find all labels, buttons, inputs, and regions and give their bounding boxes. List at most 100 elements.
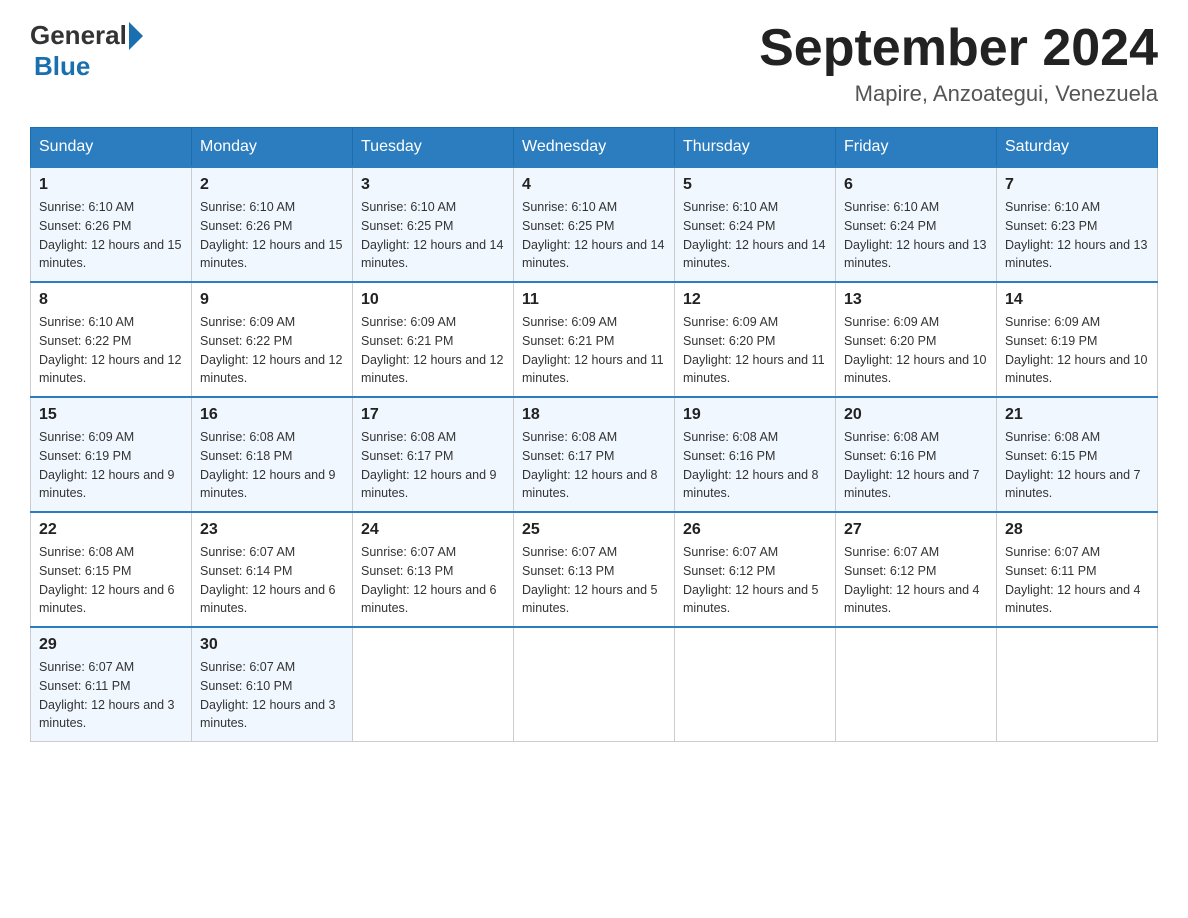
calendar-cell: 30 Sunrise: 6:07 AMSunset: 6:10 PMDayligh… [192,627,353,742]
week-row-5: 29 Sunrise: 6:07 AMSunset: 6:11 PMDayligh… [31,627,1158,742]
day-number: 15 [39,406,183,424]
week-row-4: 22Sunrise: 6:08 AMSunset: 6:15 PMDayligh… [31,512,1158,627]
calendar-table: Sunday Monday Tuesday Wednesday Thursday… [30,127,1158,742]
day-number: 30 [200,636,344,654]
day-number: 16 [200,406,344,424]
day-info: Sunrise: 6:09 AMSunset: 6:20 PMDaylight:… [844,313,988,388]
day-info: Sunrise: 6:07 AMSunset: 6:10 PMDaylight:… [200,658,344,733]
day-number: 11 [522,291,666,309]
day-number: 27 [844,521,988,539]
calendar-cell: 22Sunrise: 6:08 AMSunset: 6:15 PMDayligh… [31,512,192,627]
day-number: 10 [361,291,505,309]
day-number: 29 [39,636,183,654]
day-info: Sunrise: 6:10 AMSunset: 6:25 PMDaylight:… [522,198,666,273]
day-info: Sunrise: 6:10 AMSunset: 6:25 PMDaylight:… [361,198,505,273]
day-info: Sunrise: 6:08 AMSunset: 6:15 PMDaylight:… [39,543,183,618]
calendar-cell: 1 Sunrise: 6:10 AMSunset: 6:26 PMDaylight… [31,167,192,282]
calendar-cell: 5Sunrise: 6:10 AMSunset: 6:24 PMDaylight… [675,167,836,282]
day-info: Sunrise: 6:09 AMSunset: 6:21 PMDaylight:… [361,313,505,388]
day-info: Sunrise: 6:09 AMSunset: 6:19 PMDaylight:… [1005,313,1149,388]
page-header: General Blue September 2024 Mapire, Anzo… [30,20,1158,107]
day-number: 1 [39,176,183,194]
calendar-cell: 26 Sunrise: 6:07 AMSunset: 6:12 PMDayligh… [675,512,836,627]
calendar-cell: 17Sunrise: 6:08 AMSunset: 6:17 PMDayligh… [353,397,514,512]
calendar-cell: 15 Sunrise: 6:09 AMSunset: 6:19 PMDayligh… [31,397,192,512]
calendar-cell: 29 Sunrise: 6:07 AMSunset: 6:11 PMDayligh… [31,627,192,742]
day-number: 19 [683,406,827,424]
calendar-cell: 7 Sunrise: 6:10 AMSunset: 6:23 PMDaylight… [997,167,1158,282]
calendar-cell: 10 Sunrise: 6:09 AMSunset: 6:21 PMDayligh… [353,282,514,397]
day-info: Sunrise: 6:07 AMSunset: 6:11 PMDaylight:… [39,658,183,733]
calendar-cell [353,627,514,742]
week-row-2: 8 Sunrise: 6:10 AMSunset: 6:22 PMDaylight… [31,282,1158,397]
header-tuesday: Tuesday [353,128,514,168]
day-number: 20 [844,406,988,424]
calendar-cell: 23 Sunrise: 6:07 AMSunset: 6:14 PMDayligh… [192,512,353,627]
title-block: September 2024 Mapire, Anzoategui, Venez… [759,20,1158,107]
day-info: Sunrise: 6:10 AMSunset: 6:23 PMDaylight:… [1005,198,1149,273]
calendar-cell: 21 Sunrise: 6:08 AMSunset: 6:15 PMDayligh… [997,397,1158,512]
header-saturday: Saturday [997,128,1158,168]
day-number: 26 [683,521,827,539]
day-number: 28 [1005,521,1149,539]
day-number: 6 [844,176,988,194]
calendar-cell [675,627,836,742]
day-number: 8 [39,291,183,309]
day-info: Sunrise: 6:08 AMSunset: 6:15 PMDaylight:… [1005,428,1149,503]
calendar-cell: 8 Sunrise: 6:10 AMSunset: 6:22 PMDaylight… [31,282,192,397]
calendar-cell: 13Sunrise: 6:09 AMSunset: 6:20 PMDayligh… [836,282,997,397]
day-info: Sunrise: 6:08 AMSunset: 6:16 PMDaylight:… [683,428,827,503]
calendar-cell: 20 Sunrise: 6:08 AMSunset: 6:16 PMDayligh… [836,397,997,512]
day-info: Sunrise: 6:07 AMSunset: 6:14 PMDaylight:… [200,543,344,618]
logo-text-general: General [30,20,127,51]
header-friday: Friday [836,128,997,168]
calendar-cell [514,627,675,742]
day-number: 21 [1005,406,1149,424]
calendar-cell: 11 Sunrise: 6:09 AMSunset: 6:21 PMDayligh… [514,282,675,397]
day-number: 12 [683,291,827,309]
calendar-cell: 2 Sunrise: 6:10 AMSunset: 6:26 PMDaylight… [192,167,353,282]
day-info: Sunrise: 6:07 AMSunset: 6:13 PMDaylight:… [522,543,666,618]
logo-triangle-icon [129,22,143,50]
calendar-title: September 2024 [759,20,1158,77]
day-number: 23 [200,521,344,539]
calendar-cell: 4 Sunrise: 6:10 AMSunset: 6:25 PMDaylight… [514,167,675,282]
calendar-cell [836,627,997,742]
week-row-3: 15 Sunrise: 6:09 AMSunset: 6:19 PMDayligh… [31,397,1158,512]
day-number: 2 [200,176,344,194]
day-info: Sunrise: 6:09 AMSunset: 6:22 PMDaylight:… [200,313,344,388]
calendar-cell [997,627,1158,742]
day-info: Sunrise: 6:10 AMSunset: 6:22 PMDaylight:… [39,313,183,388]
day-info: Sunrise: 6:07 AMSunset: 6:12 PMDaylight:… [683,543,827,618]
day-number: 25 [522,521,666,539]
day-info: Sunrise: 6:08 AMSunset: 6:17 PMDaylight:… [522,428,666,503]
calendar-cell: 19 Sunrise: 6:08 AMSunset: 6:16 PMDayligh… [675,397,836,512]
day-number: 14 [1005,291,1149,309]
day-number: 24 [361,521,505,539]
day-info: Sunrise: 6:07 AMSunset: 6:11 PMDaylight:… [1005,543,1149,618]
calendar-cell: 3 Sunrise: 6:10 AMSunset: 6:25 PMDaylight… [353,167,514,282]
day-info: Sunrise: 6:10 AMSunset: 6:26 PMDaylight:… [39,198,183,273]
calendar-cell: 24Sunrise: 6:07 AMSunset: 6:13 PMDayligh… [353,512,514,627]
day-info: Sunrise: 6:08 AMSunset: 6:18 PMDaylight:… [200,428,344,503]
day-info: Sunrise: 6:09 AMSunset: 6:21 PMDaylight:… [522,313,666,388]
calendar-cell: 9Sunrise: 6:09 AMSunset: 6:22 PMDaylight… [192,282,353,397]
weekday-header-row: Sunday Monday Tuesday Wednesday Thursday… [31,128,1158,168]
day-info: Sunrise: 6:09 AMSunset: 6:19 PMDaylight:… [39,428,183,503]
week-row-1: 1 Sunrise: 6:10 AMSunset: 6:26 PMDaylight… [31,167,1158,282]
day-info: Sunrise: 6:08 AMSunset: 6:16 PMDaylight:… [844,428,988,503]
day-number: 7 [1005,176,1149,194]
calendar-cell: 27Sunrise: 6:07 AMSunset: 6:12 PMDayligh… [836,512,997,627]
calendar-location: Mapire, Anzoategui, Venezuela [759,81,1158,107]
logo-text-blue: Blue [34,51,90,82]
day-info: Sunrise: 6:10 AMSunset: 6:26 PMDaylight:… [200,198,344,273]
day-number: 18 [522,406,666,424]
day-info: Sunrise: 6:09 AMSunset: 6:20 PMDaylight:… [683,313,827,388]
day-number: 4 [522,176,666,194]
calendar-cell: 16 Sunrise: 6:08 AMSunset: 6:18 PMDayligh… [192,397,353,512]
day-info: Sunrise: 6:10 AMSunset: 6:24 PMDaylight:… [844,198,988,273]
calendar-cell: 6 Sunrise: 6:10 AMSunset: 6:24 PMDaylight… [836,167,997,282]
day-info: Sunrise: 6:08 AMSunset: 6:17 PMDaylight:… [361,428,505,503]
day-number: 3 [361,176,505,194]
header-sunday: Sunday [31,128,192,168]
